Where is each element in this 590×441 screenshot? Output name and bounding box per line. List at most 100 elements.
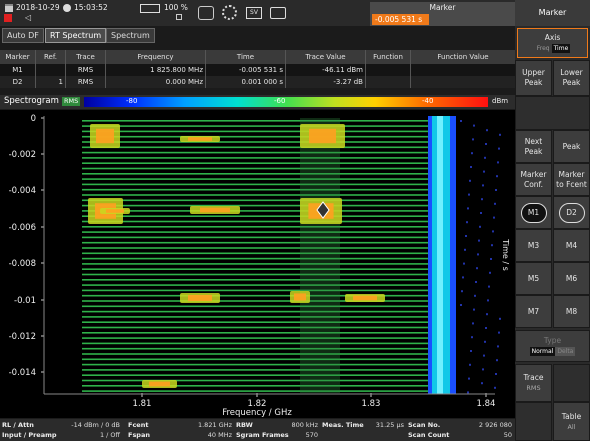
m3-button[interactable]: M3 xyxy=(515,229,552,262)
tab-spectrum[interactable]: Spectrum xyxy=(106,28,155,43)
scan-no-value: 2 926 080 xyxy=(478,421,512,429)
speaker-icon[interactable]: ◁ xyxy=(25,14,33,22)
blank-softkey-3[interactable] xyxy=(515,402,552,441)
noise-speck xyxy=(467,391,469,394)
sweep-line xyxy=(82,369,428,371)
tab-auto-df[interactable]: Auto DF xyxy=(2,28,44,43)
noise-speck xyxy=(486,129,488,132)
cell-ref xyxy=(36,64,66,76)
noise-speck xyxy=(490,258,492,260)
settings-bar[interactable]: RL / Attn -14 dBm / 0 dB Input / Preamp … xyxy=(0,419,515,441)
record-icon[interactable] xyxy=(4,14,12,22)
x-tick-label: 1.84 xyxy=(477,399,496,409)
signal-burst-core xyxy=(149,381,170,387)
sweep-line xyxy=(82,215,428,217)
colorbar-label: -80 xyxy=(126,97,138,105)
gear-icon[interactable] xyxy=(222,5,237,20)
scan-count-value: 50 xyxy=(503,431,512,439)
axis-button[interactable]: Axis Freq Time xyxy=(517,28,588,58)
scan-no-label: Scan No. xyxy=(408,421,441,429)
sweep-line xyxy=(82,204,428,207)
blank-softkey-2[interactable] xyxy=(553,364,590,402)
next-peak-button[interactable]: Next Peak xyxy=(515,130,552,163)
sweep-line xyxy=(82,125,428,127)
upper-peak-button[interactable]: Upper Peak xyxy=(515,60,552,96)
noise-speck xyxy=(474,294,476,297)
colorbar-label: -60 xyxy=(274,97,286,105)
sweep-line xyxy=(82,347,428,350)
instrument-icon[interactable] xyxy=(198,6,214,20)
fcent-value: 1.821 GHz xyxy=(197,421,232,429)
blank-softkey[interactable] xyxy=(515,96,590,130)
input-label: Input / Preamp xyxy=(2,431,57,439)
signal-burst-core xyxy=(294,293,306,301)
noise-speck xyxy=(472,322,474,325)
axis-time[interactable]: Time xyxy=(551,44,571,53)
col-header: Marker xyxy=(0,50,36,64)
marker-conf-button[interactable]: Marker Conf. xyxy=(515,163,552,196)
table-row[interactable]: M1 RMS 1 825.800 MHz -0.005 531 s -46.11… xyxy=(0,64,515,76)
sweep-line xyxy=(82,173,428,175)
sweep-line xyxy=(82,326,428,329)
y-tick-label: -0.012 xyxy=(9,332,36,342)
trace-label: Trace xyxy=(523,373,544,382)
type-normal[interactable]: Normal xyxy=(529,347,556,356)
type-label: Type xyxy=(543,336,562,345)
sweep-line xyxy=(82,321,428,323)
noise-speck xyxy=(473,308,475,311)
m8-button[interactable]: M8 xyxy=(553,295,590,328)
meas-time-value: 31.25 µs xyxy=(375,421,404,429)
sweep-line xyxy=(82,130,428,133)
tab-rt-spectrum[interactable]: RT Spectrum xyxy=(45,28,107,43)
noise-speck xyxy=(460,120,462,122)
m7-button[interactable]: M7 xyxy=(515,295,552,328)
col-header: Time xyxy=(206,50,286,64)
table-button[interactable]: Table All xyxy=(553,402,590,441)
m4-button[interactable]: M4 xyxy=(553,229,590,262)
marker-table: Marker Ref. Trace Frequency Time Trace V… xyxy=(0,50,515,88)
noise-speck xyxy=(485,327,487,329)
axis-freq[interactable]: Freq xyxy=(535,44,552,53)
sweep-line xyxy=(82,141,428,143)
m1-button[interactable]: M1 xyxy=(515,196,552,229)
sweep-line xyxy=(82,263,428,265)
d2-button[interactable]: D2 xyxy=(553,196,590,229)
cell-trace: RMS xyxy=(66,64,106,76)
y-tick-label: -0.006 xyxy=(9,223,36,233)
m5-button[interactable]: M5 xyxy=(515,262,552,295)
type-delta[interactable]: Delta xyxy=(555,347,576,356)
noise-speck xyxy=(495,189,497,191)
date-text: 2018-10-29 xyxy=(16,3,60,12)
lower-peak-button[interactable]: Lower Peak xyxy=(553,60,590,96)
signal-burst-core xyxy=(309,128,336,144)
noise-speck xyxy=(462,276,464,279)
sweep-line xyxy=(82,353,428,355)
signal-burst-core xyxy=(200,207,230,213)
sweep-line xyxy=(82,305,428,308)
d2-label: D2 xyxy=(558,202,585,223)
marker-to-fcent-button[interactable]: Marker to Fcent xyxy=(553,163,590,196)
trace-button[interactable]: Trace RMS xyxy=(515,364,552,402)
noise-speck xyxy=(486,313,488,316)
peak-button[interactable]: Peak xyxy=(553,130,590,163)
type-button[interactable]: Type Normal Delta xyxy=(515,330,590,362)
noise-speck xyxy=(496,175,498,178)
cell-trace-value: -3.27 dB xyxy=(286,76,366,88)
noise-speck xyxy=(481,382,483,385)
noise-speck xyxy=(483,170,485,173)
col-header: Function xyxy=(366,50,411,64)
m6-button[interactable]: M6 xyxy=(553,262,590,295)
spectrogram-svg[interactable]: 0 -0.002 -0.004 -0.006 -0.008 -0.01 -0.012 -0.0… xyxy=(0,110,515,418)
y-tick-label: -0.008 xyxy=(9,259,36,269)
x-tick-label: 1.81 xyxy=(133,399,152,409)
axis-options: Freq Time xyxy=(518,43,587,53)
table-row[interactable]: D2 1 RMS 0.000 MHz 0.001 000 s -3.27 dB xyxy=(0,76,515,88)
camera-icon[interactable] xyxy=(270,7,286,19)
sweep-line xyxy=(82,199,428,202)
sweep-line xyxy=(82,247,428,249)
table-header: Marker Ref. Trace Frequency Time Trace V… xyxy=(0,50,515,64)
spectrogram-plot[interactable]: 0 -0.002 -0.004 -0.006 -0.008 -0.01 -0.012 -0.0… xyxy=(0,110,515,418)
sv-icon[interactable]: SV xyxy=(246,7,262,19)
rbw-label: RBW xyxy=(236,421,253,429)
noise-speck xyxy=(479,225,481,228)
